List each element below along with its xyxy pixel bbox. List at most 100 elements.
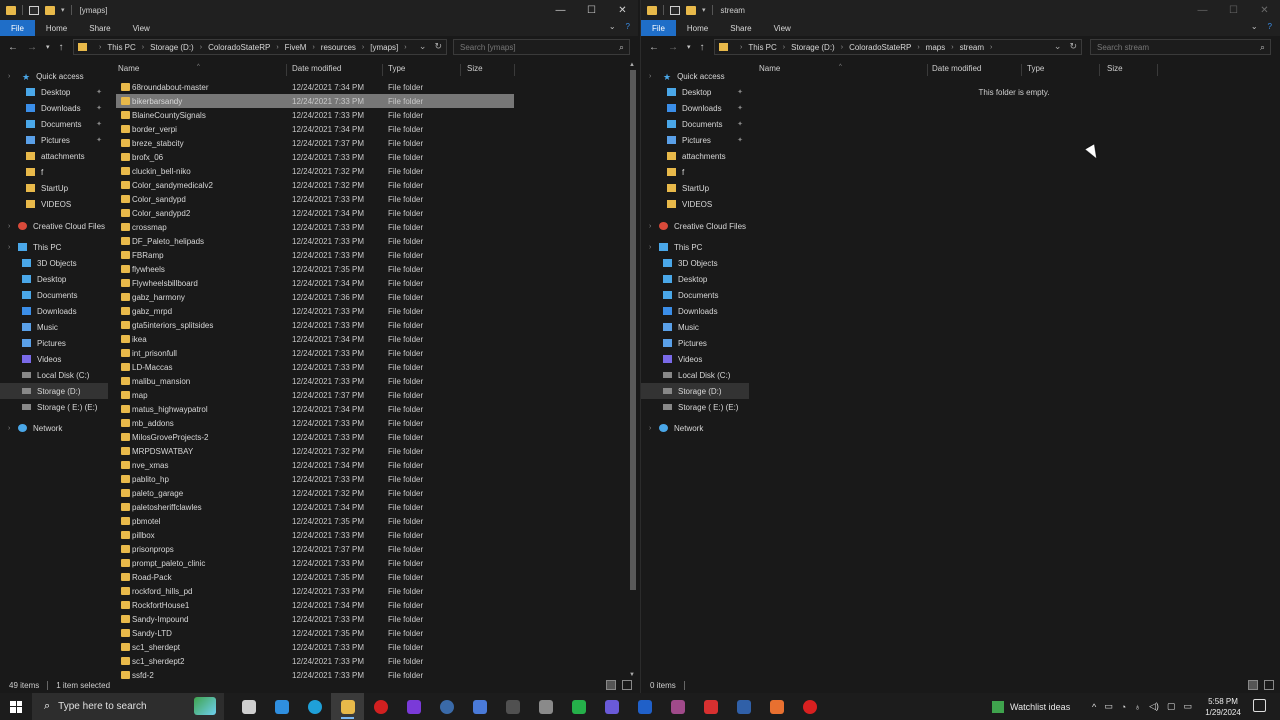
breadcrumb-this-pc[interactable]: This PC (748, 43, 776, 52)
nav-item-attachments[interactable]: attachments (641, 148, 749, 164)
taskbar-app-voice-app[interactable] (529, 693, 562, 720)
show-hidden-icons-icon[interactable]: ^ (1092, 702, 1096, 712)
vertical-scrollbar[interactable]: ▲ ▼ (629, 62, 637, 678)
tab-home[interactable]: Home (35, 20, 78, 36)
close-button[interactable]: ✕ (607, 0, 638, 20)
nav-item-storage-d[interactable]: Storage (D:) (641, 383, 749, 399)
table-row[interactable]: gta5interiors_splitsides 12/24/2021 7:33 … (108, 318, 638, 332)
tab-view[interactable]: View (763, 20, 802, 36)
table-row[interactable]: Sandy-Impound 12/24/2021 7:33 PM File fold… (108, 612, 638, 626)
display-icon[interactable]: ▢ (1167, 701, 1176, 712)
watchlist-widget[interactable]: Watchlist ideas (992, 693, 1070, 720)
column-type[interactable]: Type (1027, 64, 1044, 73)
taskbar-app-controller[interactable] (793, 693, 826, 720)
breadcrumb-maps[interactable]: maps (926, 43, 946, 52)
tab-share[interactable]: Share (78, 20, 121, 36)
minimize-button[interactable]: — (1187, 0, 1218, 20)
column-divider[interactable] (1021, 64, 1022, 76)
chevron-right-icon[interactable]: › (8, 223, 10, 230)
taskbar-app-purple-app[interactable] (397, 693, 430, 720)
title-bar[interactable]: ▾ stream — ☐ ✕ (641, 0, 1280, 20)
chevron-right-icon[interactable]: › (8, 73, 10, 80)
taskbar-app-steam[interactable] (430, 693, 463, 720)
column-divider[interactable] (286, 64, 287, 76)
close-button[interactable]: ✕ (1249, 0, 1280, 20)
taskbar-app-dark-app[interactable] (496, 693, 529, 720)
taskbar-app-file-explorer[interactable] (331, 693, 364, 720)
large-icons-view-button[interactable] (1264, 680, 1274, 690)
nav-item-local-disk-c[interactable]: Local Disk (C:) (641, 367, 749, 383)
nav-item-f[interactable]: f (641, 164, 749, 180)
address-bar[interactable]: › This PC › Storage (D:) › ColoradoState… (714, 39, 1082, 55)
nav-item-storage-d[interactable]: Storage (D:) (0, 383, 108, 399)
column-divider[interactable] (1099, 64, 1100, 76)
breadcrumb-coloradostaterp[interactable]: ColoradoStateRP (849, 43, 911, 52)
table-row[interactable]: rockford_hills_pd 12/24/2021 7:33 PM File … (108, 584, 638, 598)
chevron-right-icon[interactable]: › (990, 44, 992, 51)
table-row[interactable]: gabz_harmony 12/24/2021 7:36 PM File folde… (108, 290, 638, 304)
chevron-right-icon[interactable]: › (8, 425, 10, 432)
back-arrow-icon[interactable]: ← (649, 42, 659, 53)
breadcrumb-ymaps[interactable]: [ymaps] (370, 43, 398, 52)
nav-item-pictures[interactable]: Pictures (0, 335, 108, 351)
table-row[interactable]: paleto_garage 12/24/2021 7:32 PM File fold… (108, 486, 638, 500)
table-row[interactable]: brofx_06 12/24/2021 7:33 PM File folder (108, 150, 638, 164)
address-dropdown-icon[interactable]: ⌄ (1054, 41, 1062, 52)
taskbar-app-obs[interactable] (595, 693, 628, 720)
table-row[interactable]: int_prisonfull 12/24/2021 7:33 PM File fol… (108, 346, 638, 360)
forward-arrow-icon[interactable]: → (668, 42, 678, 53)
up-arrow-icon[interactable]: ↑ (700, 42, 705, 53)
nav-item-videos[interactable]: Videos (0, 351, 108, 367)
nav-item-storage-e-e[interactable]: Storage ( E:) (E:) (0, 399, 108, 415)
recent-locations-icon[interactable]: ▾ (46, 43, 50, 51)
nav-item-desktop[interactable]: Desktop ✦ (641, 84, 749, 100)
chevron-right-icon[interactable]: › (783, 44, 785, 51)
chevron-right-icon[interactable]: › (917, 44, 919, 51)
nav-item-this-pc[interactable]: › This PC (641, 239, 749, 255)
table-row[interactable]: Sandy-LTD 12/24/2021 7:35 PM File folder (108, 626, 638, 640)
taskbar-app-edge[interactable] (298, 693, 331, 720)
nav-item-downloads[interactable]: Downloads (0, 303, 108, 319)
network-tray-icon[interactable]: ▭ (1104, 701, 1113, 712)
breadcrumb-resources[interactable]: resources (321, 43, 356, 52)
nav-item-creative-cloud-files[interactable]: › Creative Cloud Files (641, 218, 749, 234)
tab-view[interactable]: View (122, 20, 161, 36)
properties-icon[interactable] (29, 5, 39, 15)
nav-item-documents[interactable]: Documents ✦ (641, 116, 749, 132)
table-row[interactable]: crossmap 12/24/2021 7:33 PM File folder (108, 220, 638, 234)
chevron-down-icon[interactable]: ▾ (61, 6, 65, 14)
nav-item-downloads[interactable]: Downloads (641, 303, 749, 319)
scroll-thumb[interactable] (630, 70, 636, 590)
taskbar-app-blue-l[interactable] (628, 693, 661, 720)
table-row[interactable]: MilosGroveProjects-2 12/24/2021 7:33 PM Fi… (108, 430, 638, 444)
column-divider[interactable] (1157, 64, 1158, 76)
taskbar-app-archive[interactable] (661, 693, 694, 720)
nav-item-desktop[interactable]: Desktop (0, 271, 108, 287)
search-box[interactable]: Search [ymaps] ⌕ (453, 39, 630, 55)
start-button[interactable] (0, 693, 32, 720)
column-size[interactable]: Size (467, 64, 483, 73)
nav-item-desktop[interactable]: Desktop (641, 271, 749, 287)
tab-share[interactable]: Share (719, 20, 762, 36)
table-row[interactable]: Color_sandymedicalv2 12/24/2021 7:32 PM Fi… (108, 178, 638, 192)
minimize-button[interactable]: — (545, 0, 576, 20)
notification-icon[interactable] (1253, 699, 1266, 712)
column-divider[interactable] (382, 64, 383, 76)
nav-item-quick-access[interactable]: › ★ Quick access (641, 68, 749, 84)
table-row[interactable]: DF_Paleto_helipads 12/24/2021 7:33 PM File… (108, 234, 638, 248)
nav-item-this-pc[interactable]: › This PC (0, 239, 108, 255)
nav-item-downloads[interactable]: Downloads ✦ (0, 100, 108, 116)
nav-item-creative-cloud-files[interactable]: › Creative Cloud Files (0, 218, 108, 234)
breadcrumb-storage-d[interactable]: Storage (D:) (150, 43, 194, 52)
forward-arrow-icon[interactable]: → (27, 42, 37, 53)
column-type[interactable]: Type (388, 64, 405, 73)
search-highlight-icon[interactable] (194, 697, 216, 715)
properties-icon[interactable] (670, 5, 680, 15)
nav-item-3d-objects[interactable]: 3D Objects (0, 255, 108, 271)
taskbar-app-editor[interactable] (463, 693, 496, 720)
details-view-button[interactable] (1248, 680, 1258, 690)
breadcrumb-storage-d[interactable]: Storage (D:) (791, 43, 835, 52)
chevron-down-icon[interactable]: ▾ (702, 6, 706, 14)
nav-item-videos[interactable]: Videos (641, 351, 749, 367)
nav-item-network[interactable]: › Network (0, 420, 108, 436)
